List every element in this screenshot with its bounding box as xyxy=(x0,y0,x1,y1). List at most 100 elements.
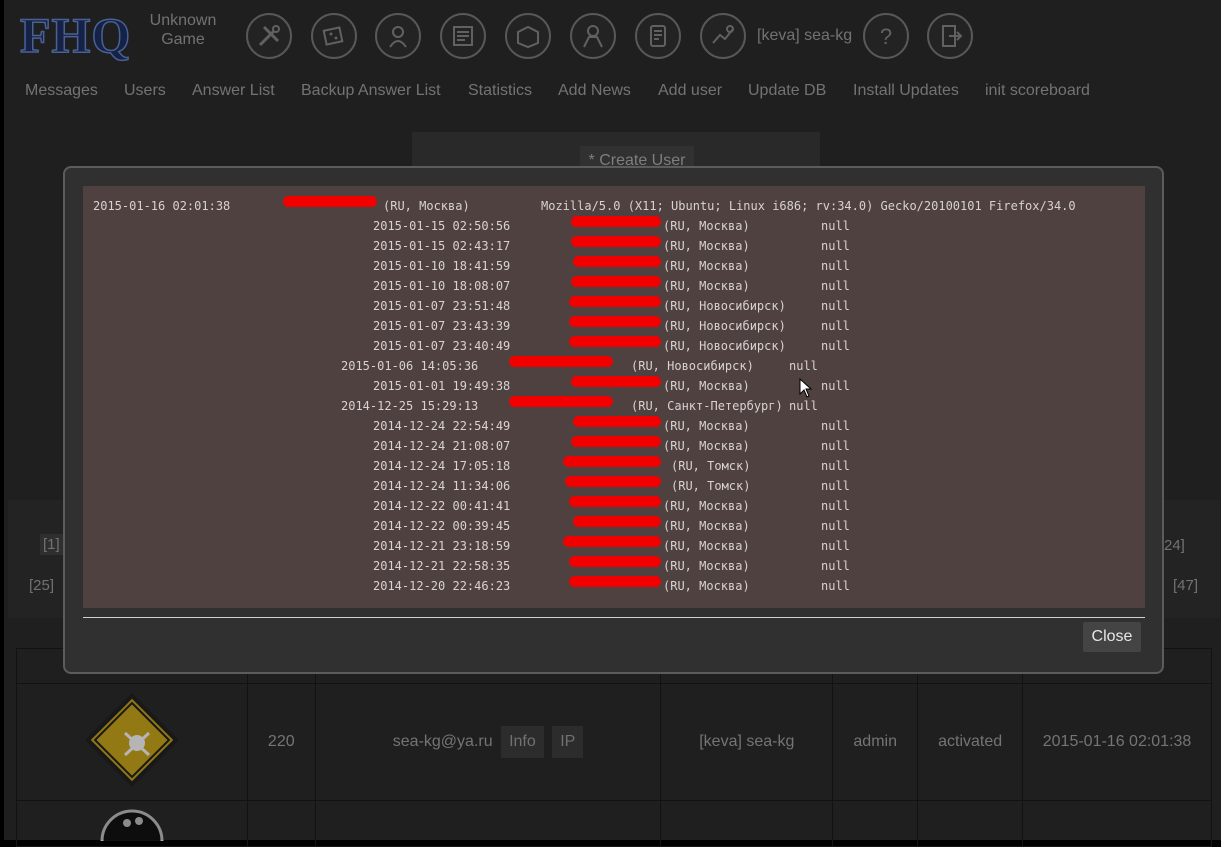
menu-messages[interactable]: Messages xyxy=(25,82,98,100)
menu-add-news[interactable]: Add News xyxy=(558,82,631,100)
log-user-agent: null xyxy=(821,319,850,333)
user-status-cell: activated xyxy=(917,683,1024,801)
log-location: (RU, Томск) xyxy=(671,479,751,493)
log-location: (RU, Москва) xyxy=(663,499,750,513)
log-location: (RU, Новосибирск) xyxy=(631,359,754,373)
log-row: 2014-12-24 21:08:07 (RU, Москва) null xyxy=(83,436,1145,456)
redacted-ip xyxy=(573,416,661,427)
user-email-cell: sea-kg@ya.ru Info IP xyxy=(314,683,662,801)
log-user-agent: null xyxy=(789,359,818,373)
log-location: (RU, Москва) xyxy=(663,519,750,533)
log-user-agent: null xyxy=(821,559,850,573)
log-user-agent: Mozilla/5.0 (X11; Ubuntu; Linux i686; rv… xyxy=(541,199,1076,213)
log-date: 2014-12-24 22:54:49 xyxy=(373,419,511,433)
current-user-label[interactable]: [keva] sea-kg xyxy=(757,27,852,45)
log-date: 2014-12-25 15:29:13 xyxy=(341,399,479,413)
redacted-ip xyxy=(571,276,661,287)
user-avatar-cell xyxy=(16,683,248,801)
log-location: (RU, Москва) xyxy=(383,199,470,213)
ip-history-modal: 2015-01-16 02:01:38 (RU, Москва) Mozilla/5… xyxy=(63,166,1164,674)
log-user-agent: null xyxy=(821,279,850,293)
menu-statistics[interactable]: Statistics xyxy=(468,82,532,100)
user-date-cell: 2015-01-16 02:01:38 xyxy=(1022,683,1212,801)
redacted-ip xyxy=(571,376,661,387)
redacted-ip xyxy=(573,516,661,527)
dice-icon[interactable] xyxy=(311,13,357,59)
page-link-first[interactable]: [1] xyxy=(40,534,63,555)
tools-icon[interactable] xyxy=(246,13,292,59)
scroll-icon[interactable] xyxy=(635,13,681,59)
log-date: 2015-01-15 02:50:56 xyxy=(373,219,511,233)
log-row: 2015-01-07 23:51:48 (RU, Новосибирск) null xyxy=(83,296,1145,316)
exit-icon[interactable] xyxy=(927,13,973,59)
table-row: 220 sea-kg@ya.ru Info IP [keva] sea-kg a… xyxy=(16,683,1212,801)
log-date: 2015-01-10 18:08:07 xyxy=(373,279,511,293)
redacted-ip xyxy=(571,436,661,447)
log-date: 2015-01-15 02:43:17 xyxy=(373,239,511,253)
redacted-ip xyxy=(563,536,661,547)
log-row: 2014-12-24 22:54:49 (RU, Москва) null xyxy=(83,416,1145,436)
log-date: 2015-01-07 23:43:39 xyxy=(373,319,511,333)
menu-users[interactable]: Users xyxy=(124,82,166,100)
redacted-ip xyxy=(569,336,661,347)
user-email: sea-kg@ya.ru xyxy=(392,733,493,750)
log-user-agent: null xyxy=(821,259,850,273)
page-link-25[interactable]: [25] xyxy=(29,577,54,594)
redacted-ip xyxy=(509,356,613,367)
avatar-image xyxy=(100,809,164,847)
page-link-47[interactable]: [47] xyxy=(1173,577,1198,594)
menu-add-user[interactable]: Add user xyxy=(658,82,722,100)
log-date: 2014-12-24 21:08:07 xyxy=(373,439,511,453)
log-row: 2015-01-15 02:50:56 (RU, Москва) null xyxy=(83,216,1145,236)
user-nick-cell: [keva] sea-kg xyxy=(660,683,834,801)
log-user-agent: null xyxy=(821,579,850,593)
menu-backup-answer-list[interactable]: Backup Answer List xyxy=(301,82,441,100)
close-button[interactable]: Close xyxy=(1083,622,1141,652)
redacted-ip xyxy=(283,196,377,207)
log-date: 2015-01-10 18:41:59 xyxy=(373,259,511,273)
log-row: 2014-12-20 22:46:23 (RU, Москва) null xyxy=(83,576,1145,596)
log-user-agent: null xyxy=(821,339,850,353)
user-info-button[interactable]: Info xyxy=(501,726,544,758)
log-date: 2014-12-20 22:46:23 xyxy=(373,579,511,593)
log-user-agent: null xyxy=(821,419,850,433)
svg-text:?: ? xyxy=(880,24,892,49)
log-location: (RU, Новосибирск) xyxy=(663,319,786,333)
keva-ctf-logo xyxy=(85,692,179,787)
log-row: 2015-01-10 18:41:59 (RU, Москва) null xyxy=(83,256,1145,276)
redacted-ip xyxy=(571,236,661,247)
redacted-ip xyxy=(571,216,661,227)
site-logo[interactable]: FHQ xyxy=(19,9,131,61)
log-user-agent: null xyxy=(821,439,850,453)
box-icon[interactable] xyxy=(505,13,551,59)
redacted-ip xyxy=(565,476,661,487)
log-date: 2015-01-01 19:49:38 xyxy=(373,379,511,393)
log-row: 2015-01-01 19:49:38 (RU, Москва) null xyxy=(83,376,1145,396)
log-user-agent: null xyxy=(821,379,850,393)
person-icon[interactable] xyxy=(570,13,616,59)
redacted-ip xyxy=(569,496,661,507)
log-user-agent: null xyxy=(821,219,850,233)
redacted-ip xyxy=(569,556,661,567)
log-location: (RU, Санкт-Петербург) xyxy=(631,399,783,413)
quest-icon[interactable] xyxy=(375,13,421,59)
log-row: 2015-01-06 14:05:36 (RU, Новосибирск) null xyxy=(83,356,1145,376)
news-icon[interactable] xyxy=(440,13,486,59)
redacted-ip xyxy=(509,396,613,407)
help-icon[interactable]: ? xyxy=(863,13,909,59)
log-row: 2014-12-25 15:29:13 (RU, Санкт-Петербург)… xyxy=(83,396,1145,416)
users-table: 220 sea-kg@ya.ru Info IP [keva] sea-kg a… xyxy=(16,648,1212,847)
menu-init-scoreboard[interactable]: init scoreboard xyxy=(985,82,1090,100)
menu-install-updates[interactable]: Install Updates xyxy=(853,82,959,100)
user-id-cell: 220 xyxy=(246,683,316,801)
user-ip-button[interactable]: IP xyxy=(552,726,584,758)
log-date: 2014-12-21 23:18:59 xyxy=(373,539,511,553)
feedback-icon[interactable] xyxy=(700,13,746,59)
page-link-24[interactable]: 24] xyxy=(1164,537,1185,554)
log-date: 2014-12-21 22:58:35 xyxy=(373,559,511,573)
log-location: (RU, Новосибирск) xyxy=(663,339,786,353)
game-selector[interactable]: Unknown Game xyxy=(144,11,222,49)
menu-answer-list[interactable]: Answer List xyxy=(192,82,275,100)
modal-divider xyxy=(83,617,1145,618)
menu-update-db[interactable]: Update DB xyxy=(748,82,826,100)
